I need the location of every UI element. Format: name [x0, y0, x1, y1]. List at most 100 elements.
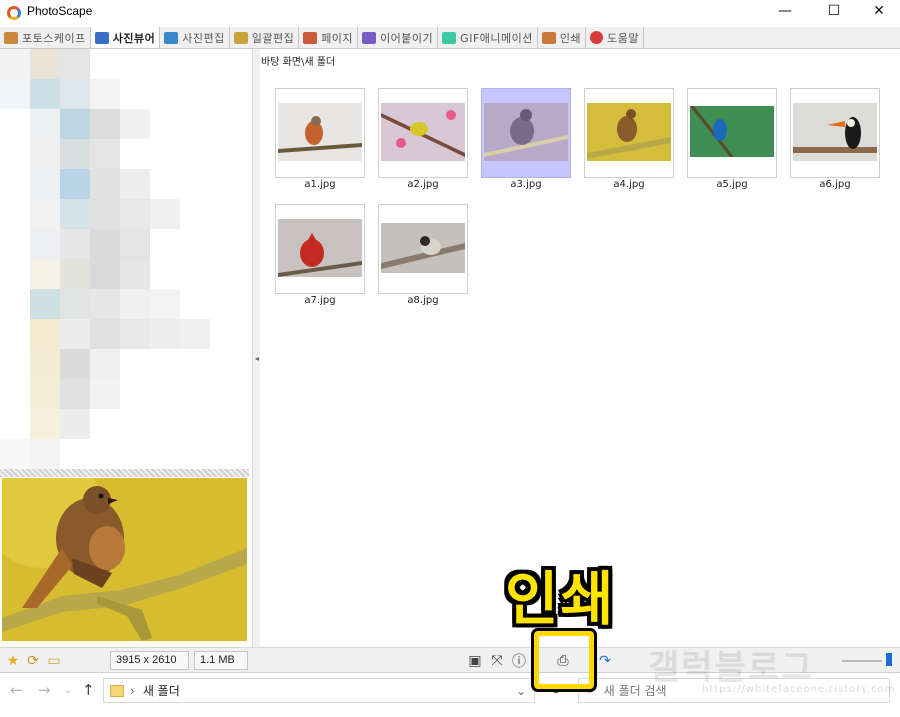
tab-label: 포토스케이프 — [22, 31, 86, 45]
maximize-button[interactable]: ☐ — [811, 0, 857, 22]
tab-viewer[interactable]: 사진뷰어 — [90, 27, 161, 48]
blurred-tree-cell — [60, 169, 90, 199]
close-button[interactable]: ✕ — [856, 0, 900, 22]
blurred-tree-cell — [120, 229, 150, 259]
thumbnail-image — [278, 219, 362, 277]
thumbnail-frame[interactable] — [378, 88, 468, 178]
redo-icon[interactable]: ↷ — [596, 652, 614, 670]
address-dropdown-icon[interactable]: ⌄ — [516, 684, 526, 698]
current-path: 바탕 화면\새 폴더 — [261, 57, 336, 68]
fullscreen-icon[interactable]: ⤧ — [488, 652, 506, 670]
vertical-splitter[interactable]: ◂ — [252, 49, 260, 649]
breadcrumb-chevron-icon[interactable]: › — [130, 684, 135, 698]
app-logo-icon — [7, 6, 21, 20]
tab-help[interactable]: 도움말 — [586, 27, 644, 48]
blurred-tree-cell — [90, 259, 120, 289]
address-bar[interactable]: › 새 폴더 ⌄ — [103, 678, 535, 703]
blurred-tree-cell — [60, 79, 90, 109]
blurred-tree-cell — [60, 289, 90, 319]
thumbnail-image — [793, 103, 877, 161]
blurred-tree-cell — [30, 259, 60, 289]
thumbnail-label: a3.jpg — [510, 179, 542, 190]
blurred-tree-cell — [120, 289, 150, 319]
blurred-tree-cell — [30, 289, 60, 319]
rotate-icon[interactable]: ⟳ — [24, 652, 42, 670]
bird-preview-image — [2, 478, 247, 641]
blurred-tree-cell — [90, 319, 120, 349]
blurred-tree-cell — [90, 109, 120, 139]
blurred-tree-cell — [60, 199, 90, 229]
blog-watermark-url: https://whitefaceone.tistory.com — [702, 684, 896, 695]
up-arrow-icon[interactable]: ↑ — [82, 681, 95, 699]
thumbnail-label: a7.jpg — [304, 295, 336, 306]
tab-label: 도움말 — [607, 31, 639, 45]
blurred-tree-cell — [30, 229, 60, 259]
forward-arrow-icon[interactable]: → — [38, 681, 51, 699]
blurred-tree-cell — [60, 259, 90, 289]
zoom-slider-track[interactable] — [842, 660, 882, 662]
thumbnail-frame[interactable] — [790, 88, 880, 178]
tab-editor[interactable]: 사진편집 — [160, 27, 230, 48]
thumbnail-frame[interactable] — [275, 88, 365, 178]
tab-label: 페이지 — [321, 31, 354, 45]
thumbnail-image — [587, 103, 671, 161]
thumbnail-label: a1.jpg — [304, 179, 336, 190]
thumbnail-image — [381, 223, 465, 273]
slideshow-icon[interactable]: ▣ — [466, 652, 484, 670]
tab-photoscape[interactable]: 포토스케이프 — [0, 27, 91, 48]
combine-icon — [362, 31, 377, 44]
thumbnail-label: a4.jpg — [613, 179, 645, 190]
blurred-tree-cell — [120, 319, 150, 349]
blurred-tree-cell — [0, 49, 30, 79]
thumbnail-image — [484, 103, 568, 161]
image-filesize: 1.1 MB — [194, 651, 248, 670]
tab-gif-animation[interactable]: GIF애니메이션 — [438, 27, 538, 48]
page-icon — [303, 31, 318, 44]
tab-label: 인쇄 — [559, 31, 582, 45]
image-dimensions: 3915 x 2610 — [110, 651, 189, 670]
horizontal-splitter[interactable] — [0, 469, 249, 477]
blurred-tree-cell — [30, 109, 60, 139]
thumbnail-frame[interactable] — [481, 88, 571, 178]
minimize-button[interactable]: — — [762, 0, 808, 22]
blurred-tree-cell — [30, 139, 60, 169]
editor-icon — [164, 31, 179, 44]
window-title: PhotoScape — [27, 4, 93, 18]
back-arrow-icon[interactable]: ← — [10, 681, 23, 699]
thumbnail-image — [381, 103, 465, 161]
gif-icon — [442, 31, 457, 44]
tab-batch-editor[interactable]: 일괄편집 — [230, 27, 300, 48]
blurred-tree-cell — [60, 349, 90, 379]
thumbnail-frame[interactable] — [378, 204, 468, 294]
blurred-tree-cell — [60, 49, 90, 79]
title-bar: PhotoScape — ☐ ✕ — [0, 0, 900, 28]
recent-chevron-icon[interactable]: ⌄ — [64, 685, 72, 696]
blurred-tree-cell — [0, 79, 30, 109]
blurred-tree-cell — [60, 379, 90, 409]
thumbnail-frame[interactable] — [687, 88, 777, 178]
photoscape-window: PhotoScape — ☐ ✕ 포토스케이프 사진뷰어 사진편집 일괄편집 페… — [0, 0, 900, 717]
thumbnail-frame[interactable] — [584, 88, 674, 178]
address-folder-name: 새 폴더 — [142, 684, 180, 698]
help-icon — [590, 31, 604, 44]
star-icon[interactable]: ★ — [4, 652, 22, 670]
print-tab-icon — [541, 31, 556, 44]
blurred-tree-cell — [30, 199, 60, 229]
info-icon[interactable]: ⓘ — [510, 652, 528, 670]
blurred-tree-cell — [150, 289, 180, 319]
tab-print[interactable]: 인쇄 — [538, 27, 587, 48]
thumbnail-frame[interactable] — [275, 204, 365, 294]
folder-tree-panel[interactable] — [0, 49, 255, 469]
folder-icon[interactable]: ▭ — [45, 652, 63, 670]
tab-page[interactable]: 페이지 — [299, 27, 359, 48]
tab-combine[interactable]: 이어붙이기 — [358, 27, 439, 48]
viewer-icon — [94, 31, 109, 44]
blurred-tree-cell — [90, 139, 120, 169]
blurred-tree-cell — [150, 199, 180, 229]
blurred-tree-cell — [120, 109, 150, 139]
thumbnail-label: a5.jpg — [716, 179, 748, 190]
blurred-tree-cell — [90, 349, 120, 379]
zoom-slider-thumb[interactable] — [886, 653, 892, 666]
thumbnail-label: a2.jpg — [407, 179, 439, 190]
thumbnail-label: a8.jpg — [407, 295, 439, 306]
